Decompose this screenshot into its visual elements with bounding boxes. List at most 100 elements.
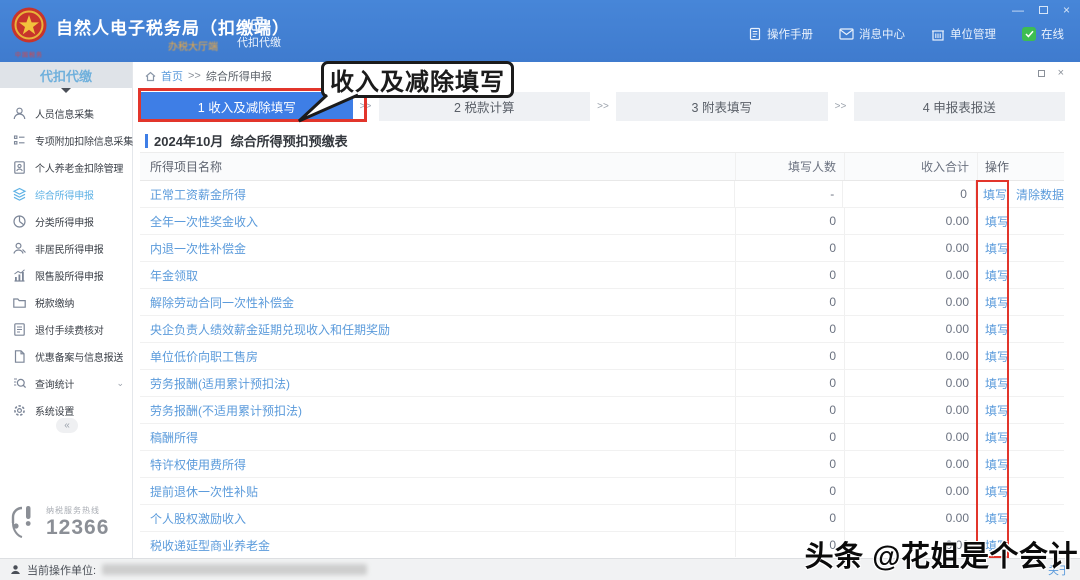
sidebar-item-label: 系统设置: [35, 403, 74, 418]
top-bar: 中国税务 自然人电子税务局（扣缴端） 办税大厅端 代扣代缴 操作手册: [0, 0, 1080, 62]
income-total-value: 0.00: [845, 424, 978, 450]
sidebar-collapse-button[interactable]: «: [56, 418, 78, 433]
income-item-link[interactable]: 全年一次性奖金收入: [150, 213, 258, 230]
fill-link[interactable]: 填写: [985, 321, 1009, 338]
table-row: 劳务报酬(不适用累计预扣法) 0 0.00 填写: [140, 397, 1064, 424]
income-total-value: 0.00: [845, 262, 978, 288]
fill-link[interactable]: 填写: [985, 402, 1009, 419]
table-row: 内退一次性补偿金 0 0.00 填写: [140, 235, 1064, 262]
sidebar-item-pension-deduction[interactable]: 个人养老金扣除管理: [0, 154, 132, 181]
panel-close-icon[interactable]: ×: [1058, 67, 1064, 79]
fill-count-value: 0: [736, 424, 845, 450]
sidebar-item-personnel-info[interactable]: 人员信息采集: [0, 100, 132, 127]
sidebar-item-label: 查询统计: [35, 376, 74, 391]
close-button[interactable]: ×: [1063, 3, 1070, 17]
table-row: 提前退休一次性补贴 0 0.00 填写: [140, 478, 1064, 505]
briefcase-icon: [251, 16, 268, 31]
document-person-icon: [12, 160, 27, 175]
manual-label: 操作手册: [767, 26, 813, 42]
annotation-callout-text: 收入及减除填写: [330, 62, 505, 97]
table-row: 解除劳动合同一次性补偿金 0 0.00 填写: [140, 289, 1064, 316]
income-item-link[interactable]: 解除劳动合同一次性补偿金: [150, 294, 294, 311]
online-status[interactable]: 在线: [1022, 26, 1064, 42]
fill-count-value: 0: [736, 262, 845, 288]
income-item-link[interactable]: 税收递延型商业养老金: [150, 537, 270, 554]
sidebar-item-label: 限售股所得申报: [35, 268, 104, 283]
module-tab-label: 代扣代缴: [237, 34, 281, 50]
income-item-link[interactable]: 劳务报酬(不适用累计预扣法): [150, 402, 302, 419]
pie-chart-icon: [12, 214, 27, 229]
sidebar-nav: 人员信息采集 专项附加扣除信息采集 个人养老金扣除管理 综合所得申报 分类所得申…: [0, 100, 132, 424]
layers-icon: [12, 187, 27, 202]
fill-link[interactable]: 填写: [985, 267, 1009, 284]
fill-link[interactable]: 填写: [985, 294, 1009, 311]
tab-withholding-module[interactable]: 代扣代缴: [230, 9, 288, 57]
current-unit-label: 当前操作单位:: [27, 562, 96, 578]
sidebar-item-label: 专项附加扣除信息采集: [35, 133, 133, 148]
section-title-text: 2024年10月 综合所得预扣预缴表: [154, 131, 348, 150]
table-row: 全年一次性奖金收入 0 0.00 填写: [140, 208, 1064, 235]
sidebar-item-refund-fee-check[interactable]: 退付手续费核对: [0, 316, 132, 343]
income-item-link[interactable]: 单位低价向职工售房: [150, 348, 258, 365]
sidebar-item-classified-income[interactable]: 分类所得申报: [0, 208, 132, 235]
sidebar-header: 代扣代缴: [0, 62, 132, 88]
sidebar-item-preferential-filing[interactable]: 优惠备案与信息报送 ⌄: [0, 343, 132, 370]
income-table: 所得项目名称 填写人数 收入合计 操作 正常工资薪金所得 - 0 填写 清除数据…: [140, 152, 1064, 557]
annotation-callout: 收入及减除填写: [321, 61, 514, 98]
step-tab-attached-forms[interactable]: 3 附表填写: [616, 92, 828, 121]
user-icon: [10, 564, 21, 575]
fill-link[interactable]: 填写: [985, 240, 1009, 257]
sidebar-item-tax-payment[interactable]: 税款缴纳: [0, 289, 132, 316]
income-item-link[interactable]: 个人股权激励收入: [150, 510, 246, 527]
sidebar-item-label: 分类所得申报: [35, 214, 94, 229]
minimize-button[interactable]: —: [1012, 3, 1024, 17]
panel-restore-icon[interactable]: [1038, 70, 1045, 77]
income-total-value: 0.00: [845, 316, 978, 342]
online-icon: [1022, 27, 1036, 41]
income-item-link[interactable]: 特许权使用费所得: [150, 456, 246, 473]
fill-link[interactable]: 填写: [985, 483, 1009, 500]
unit-management-button[interactable]: 单位管理: [931, 26, 996, 42]
col-header-actions: 操作: [978, 153, 1064, 180]
maximize-button[interactable]: [1039, 3, 1048, 17]
fill-link[interactable]: 填写: [983, 186, 1007, 203]
income-total-value: 0.00: [845, 505, 978, 531]
income-item-link[interactable]: 劳务报酬(适用累计预扣法): [150, 375, 290, 392]
message-center-label: 消息中心: [859, 26, 905, 42]
breadcrumb-separator: >>: [188, 70, 201, 82]
clear-data-link[interactable]: 清除数据: [1016, 186, 1064, 203]
manual-button[interactable]: 操作手册: [748, 26, 813, 42]
step-tab-submit[interactable]: 4 申报表报送: [854, 92, 1066, 121]
income-total-value: 0.00: [845, 451, 978, 477]
fill-link[interactable]: 填写: [985, 213, 1009, 230]
message-center-button[interactable]: 消息中心: [839, 26, 905, 42]
fill-count-value: 0: [736, 505, 845, 531]
income-item-link[interactable]: 稿酬所得: [150, 429, 198, 446]
sidebar-item-query-statistics[interactable]: 查询统计 ⌄: [0, 370, 132, 397]
chevron-down-icon: ⌄: [116, 351, 124, 362]
table-row: 劳务报酬(适用累计预扣法) 0 0.00 填写: [140, 370, 1064, 397]
search-stats-icon: [12, 376, 27, 391]
sidebar-item-comprehensive-income[interactable]: 综合所得申报: [0, 181, 132, 208]
fill-link[interactable]: 填写: [985, 510, 1009, 527]
fill-link[interactable]: 填写: [985, 375, 1009, 392]
sidebar-item-special-deduction-info[interactable]: 专项附加扣除信息采集: [0, 127, 132, 154]
step-tab-income-fill[interactable]: 1 收入及减除填写: [141, 92, 353, 121]
income-item-link[interactable]: 央企负责人绩效薪金延期兑现收入和任期奖励: [150, 321, 390, 338]
sidebar-item-restricted-shares[interactable]: 限售股所得申报: [0, 262, 132, 289]
income-item-link[interactable]: 正常工资薪金所得: [150, 186, 246, 203]
fill-count-value: 0: [736, 235, 845, 261]
col-header-fill-count: 填写人数: [736, 153, 845, 180]
chevron-down-icon: ⌄: [116, 378, 124, 389]
income-item-link[interactable]: 提前退休一次性补贴: [150, 483, 258, 500]
section-title: 2024年10月 综合所得预扣预缴表: [145, 131, 348, 150]
breadcrumb-home[interactable]: 首页: [161, 68, 183, 84]
main-content: 首页 >> 综合所得申报 × 1 收入及减除填写 >> 2 税款计算 >> 3 …: [133, 62, 1080, 558]
sidebar-item-nonresident-income[interactable]: 非居民所得申报: [0, 235, 132, 262]
person-badge-icon: [12, 241, 27, 256]
income-item-link[interactable]: 年金领取: [150, 267, 198, 284]
fill-link[interactable]: 填写: [985, 429, 1009, 446]
income-item-link[interactable]: 内退一次性补偿金: [150, 240, 246, 257]
fill-link[interactable]: 填写: [985, 348, 1009, 365]
fill-link[interactable]: 填写: [985, 456, 1009, 473]
